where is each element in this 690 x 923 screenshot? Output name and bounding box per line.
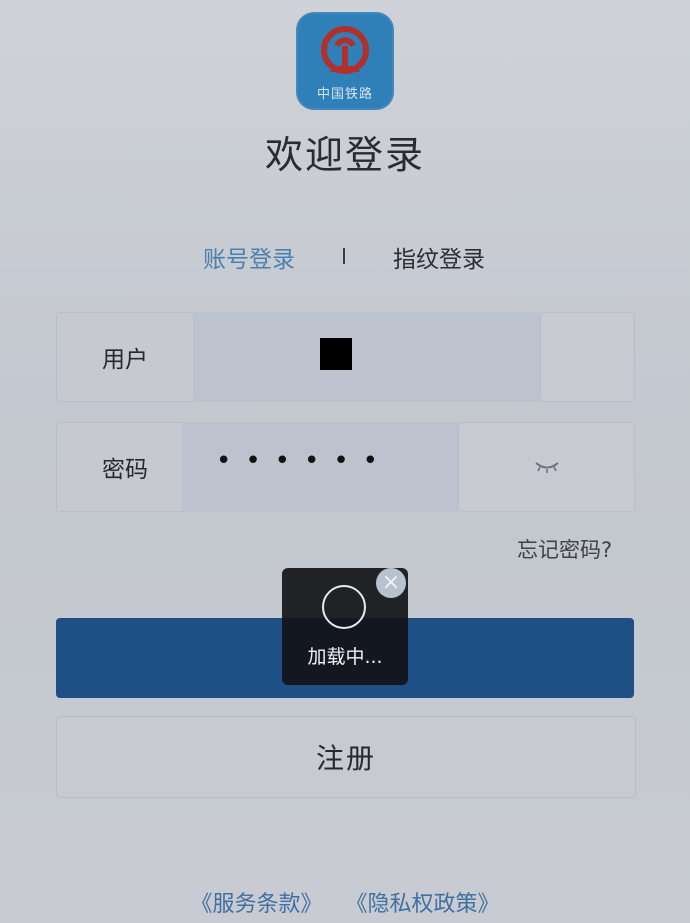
password-label: 密码 (56, 422, 194, 512)
password-visibility-toggle[interactable] (458, 422, 635, 512)
close-icon[interactable]: × (376, 568, 406, 598)
page-title: 欢迎登录 (264, 133, 425, 177)
register-button[interactable]: 注册 (56, 716, 636, 798)
forgot-password-link[interactable]: 忘记密码? (517, 534, 612, 564)
app-logo: 中国铁路 (296, 12, 394, 110)
privacy-link[interactable]: 《隐私权政策》 (346, 892, 500, 917)
tab-divider (343, 248, 345, 264)
username-label: 用户 (56, 312, 194, 402)
spinner-icon (322, 585, 366, 629)
redacted-block (320, 338, 352, 370)
tab-account-login[interactable]: 账号登录 (203, 240, 295, 274)
password-mask: •••••• (216, 446, 393, 476)
password-row: 密码 •••••• (56, 422, 635, 512)
railway-logo-icon (321, 26, 369, 74)
terms-link[interactable]: 《服务条款》 (190, 892, 322, 917)
loading-text: 加载中... (307, 646, 383, 668)
username-input[interactable] (194, 312, 540, 402)
username-row: 用户 (56, 312, 635, 402)
tab-fingerprint-login[interactable]: 指纹登录 (393, 240, 485, 274)
login-tabs: 账号登录 指纹登录 (0, 240, 690, 274)
eye-closed-icon (534, 462, 559, 473)
username-action-box[interactable] (540, 312, 635, 402)
logo-text: 中国铁路 (316, 87, 373, 102)
footer-links: 《服务条款》 《隐私权政策》 (0, 886, 690, 918)
